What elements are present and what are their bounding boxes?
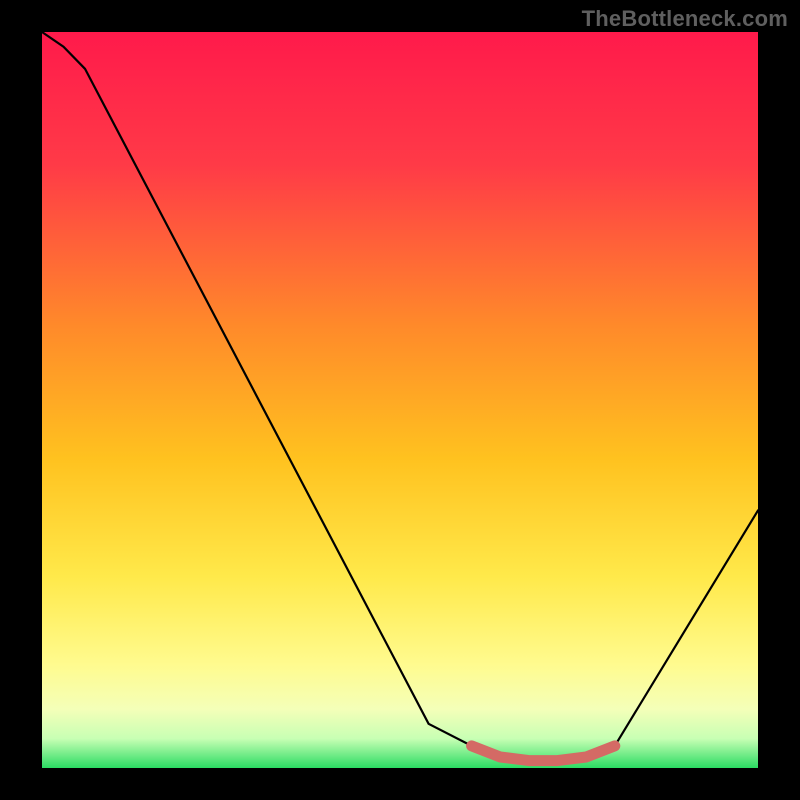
- watermark-text: TheBottleneck.com: [582, 6, 788, 32]
- bottleneck-chart: [0, 0, 800, 800]
- plot-background: [42, 32, 758, 768]
